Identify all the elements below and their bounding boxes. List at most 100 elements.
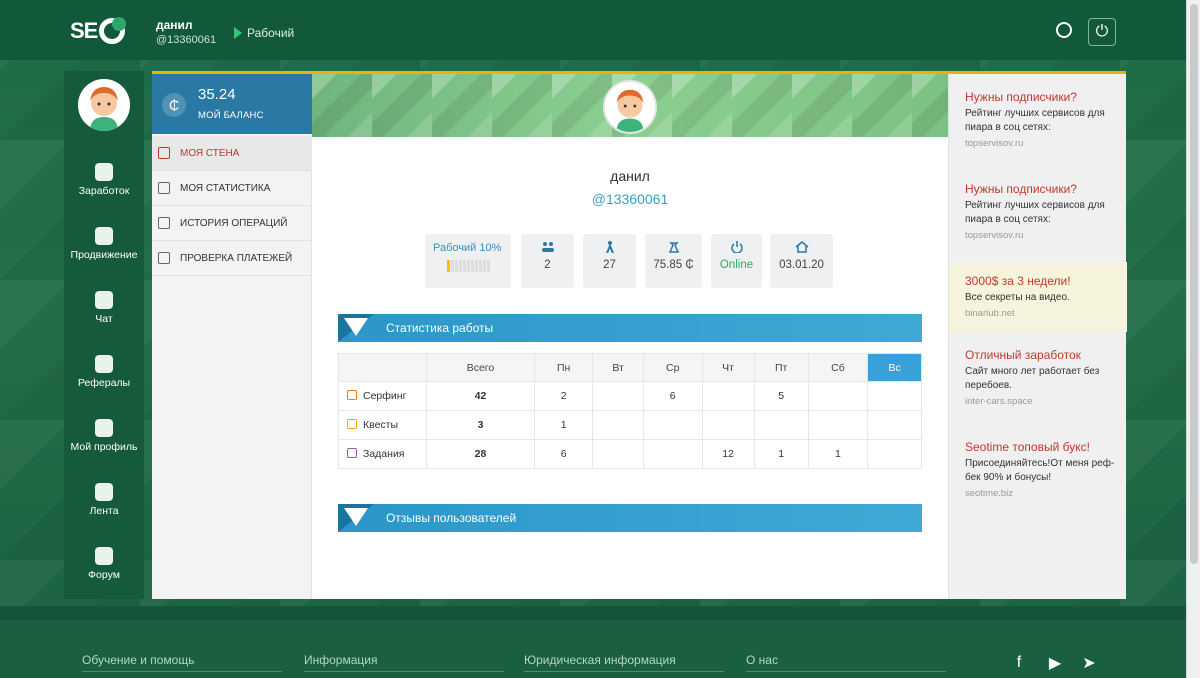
avatar[interactable] (78, 79, 130, 131)
page-scrollbar[interactable] (1186, 0, 1200, 678)
sidebar-item-earnings[interactable]: Заработок (64, 163, 144, 219)
reviews-header[interactable]: Отзывы пользователей (338, 504, 922, 532)
column-header: Сб (807, 353, 869, 382)
chevron-down-icon (344, 508, 368, 526)
top-bar: SE данил @13360061 Рабочий ⏻ (0, 0, 1186, 60)
youtube-icon[interactable]: ▶ (1044, 652, 1066, 674)
table-cell (592, 381, 644, 411)
sidebar-item-chat[interactable]: Чат (64, 291, 144, 347)
ad-block[interactable]: Отличный заработок Сайт много лет работа… (949, 332, 1127, 424)
table-cell (753, 410, 809, 440)
table-cell (867, 439, 922, 469)
level-label: Рабочий 10% (433, 242, 502, 254)
ad-title[interactable]: Seotime топовый букс! (965, 440, 1115, 454)
balance-amount: 35.24 (198, 86, 236, 103)
ad-block[interactable]: Нужны подписчики? Рейтинг лучших сервисо… (949, 166, 1127, 262)
ad-text: Рейтинг лучших сервисов для пиара в соц … (965, 200, 1105, 225)
logo-ring-icon (99, 17, 127, 44)
level-box[interactable]: Рабочий 10% (425, 234, 511, 288)
menu-item-label: ИСТОРИЯ ОПЕРАЦИЙ (180, 217, 288, 229)
ad-title[interactable]: 3000$ за 3 недели! (965, 274, 1115, 288)
top-user-info[interactable]: данил @13360061 (156, 18, 216, 46)
profile-menu: ₵ 35.24 МОЙ БАЛАНС МОЯ СТЕНА МОЯ СТАТИСТ… (152, 74, 312, 599)
stat-earned[interactable]: 75.85 ₵ (645, 234, 702, 288)
logo-text: SE (70, 18, 98, 43)
footer-link-about[interactable]: О нас (746, 653, 946, 672)
briefcase-icon (347, 448, 357, 458)
ad-url[interactable]: binariub.net (965, 308, 1115, 319)
sidebar-item-referrals[interactable]: Рефералы (64, 355, 144, 411)
scrollbar-thumb[interactable] (1190, 4, 1198, 564)
table-header-row: Всего Пн Вт Ср Чт Пт Сб Вс (338, 353, 922, 382)
table-cell (592, 410, 644, 440)
table-row: Задания 28 6 12 1 1 (338, 439, 922, 469)
top-username: данил (156, 18, 193, 32)
footer-link-info[interactable]: Информация (304, 653, 504, 672)
row-label: Квесты (338, 410, 427, 440)
column-header (338, 353, 427, 382)
stat-visits[interactable]: 27 (583, 234, 636, 288)
rocket-icon (95, 227, 113, 245)
sidebar-item-label: Форум (88, 569, 120, 581)
users-icon (95, 355, 113, 373)
top-status: Рабочий (234, 26, 294, 40)
facebook-icon[interactable]: f (1008, 652, 1030, 674)
table-cell: 1 (753, 439, 809, 469)
column-header-today: Вс (867, 353, 922, 382)
sidebar-item-forum[interactable]: Форум (64, 547, 144, 603)
ad-text: Рейтинг лучших сервисов для пиара в соц … (965, 108, 1105, 133)
puzzle-icon (347, 419, 357, 429)
logo[interactable]: SE (70, 14, 136, 48)
top-status-label: Рабочий (247, 26, 295, 40)
sidebar-item-profile[interactable]: Мой профиль (64, 419, 144, 475)
ad-url[interactable]: topservisov.ru (965, 138, 1115, 149)
work-stats-table: Всего Пн Вт Ср Чт Пт Сб Вс Серфинг 42 2 … (338, 353, 922, 469)
ad-block[interactable]: Нужны подписчики? Рейтинг лучших сервисо… (949, 74, 1127, 166)
footer-link-help[interactable]: Обучение и помощь (82, 653, 282, 672)
table-cell: 1 (807, 439, 869, 469)
profile-handle[interactable]: @13360061 (312, 191, 948, 207)
table-cell: 12 (701, 439, 755, 469)
ad-title[interactable]: Нужны подписчики? (965, 90, 1115, 104)
gear-icon (95, 419, 113, 437)
menu-item-statistics[interactable]: МОЯ СТАТИСТИКА (152, 171, 312, 206)
ad-url[interactable]: topservisov.ru (965, 230, 1115, 241)
column-header: Пт (753, 353, 809, 382)
section-title: Отзывы пользователей (386, 511, 517, 525)
coffee-icon (95, 483, 113, 501)
profile-avatar[interactable] (603, 80, 657, 134)
menu-item-payments[interactable]: ПРОВЕРКА ПЛАТЕЖЕЙ (152, 241, 312, 276)
stat-registered[interactable]: 03.01.20 (770, 234, 833, 288)
stat-online[interactable]: Online (711, 234, 762, 288)
telegram-icon[interactable]: ➤ (1078, 652, 1100, 674)
stat-referrals[interactable]: 2 (521, 234, 574, 288)
row-label-text: Задания (363, 448, 405, 460)
table-cell: 3 (426, 410, 535, 440)
stat-value: 75.85 ₵ (653, 259, 694, 271)
row-label: Серфинг (338, 381, 427, 411)
footer-link-legal[interactable]: Юридическая информация (524, 653, 724, 672)
ad-title[interactable]: Нужны подписчики? (965, 182, 1115, 196)
history-icon (158, 217, 170, 229)
ad-text: Сайт много лет работает без перебоев. (965, 366, 1100, 391)
menu-item-wall[interactable]: МОЯ СТЕНА (152, 136, 312, 171)
table-cell (642, 439, 703, 469)
balance-box[interactable]: ₵ 35.24 МОЙ БАЛАНС (152, 74, 312, 134)
ad-block[interactable]: 3000$ за 3 недели! Все секреты на видео.… (949, 262, 1127, 332)
sidebar-item-promotion[interactable]: Продвижение (64, 227, 144, 283)
sidebar-item-feed[interactable]: Лента (64, 483, 144, 539)
ad-block[interactable]: Seotime топовый букс! Присоединяйтесь!От… (949, 424, 1127, 524)
ad-title[interactable]: Отличный заработок (965, 348, 1115, 362)
menu-item-history[interactable]: ИСТОРИЯ ОПЕРАЦИЙ (152, 206, 312, 241)
coin-icon: ₵ (162, 93, 186, 117)
power-icon: ⏻ (1095, 23, 1109, 40)
logout-button[interactable]: ⏻ (1088, 18, 1116, 46)
chevron-down-icon (344, 318, 368, 336)
home-icon (795, 241, 808, 253)
table-row: Квесты 3 1 (338, 410, 922, 440)
ad-url[interactable]: inter-cars.space (965, 396, 1115, 407)
ad-url[interactable]: seotime.biz (965, 488, 1115, 499)
table-cell (701, 381, 755, 411)
work-stats-header[interactable]: Статистика работы (338, 314, 922, 342)
globe-icon[interactable] (1056, 22, 1072, 38)
